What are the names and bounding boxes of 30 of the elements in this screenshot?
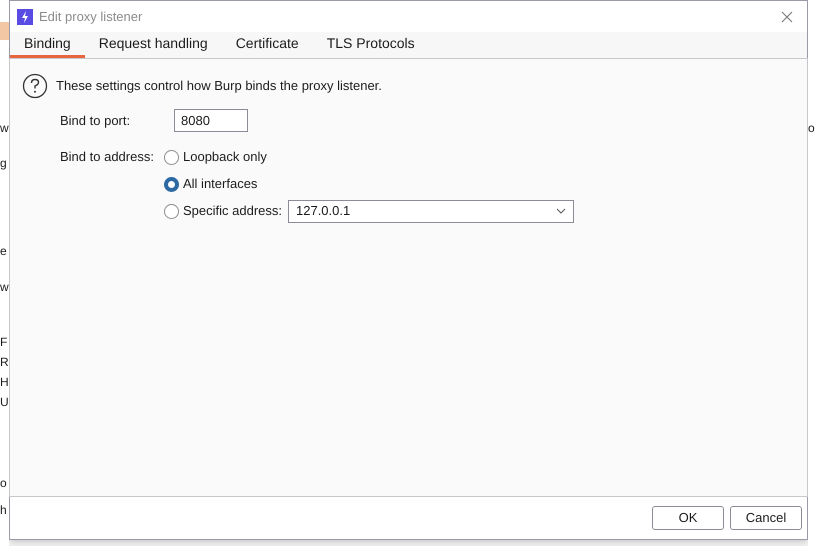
background-text: w [0, 121, 9, 135]
address-label: Bind to address: [60, 148, 155, 166]
port-label: Bind to port: [60, 112, 132, 130]
background-text: U [0, 395, 9, 409]
lightning-icon [17, 8, 33, 24]
port-field[interactable]: 8080 [174, 109, 248, 132]
close-icon[interactable] [780, 10, 794, 24]
background-text: H [0, 375, 9, 389]
radio-option[interactable]: All interfaces [164, 174, 258, 194]
intro-text: These settings control how Burp binds the proxy listener. [56, 77, 382, 96]
radio-option[interactable]: Specific address: [164, 201, 282, 221]
dialog-button[interactable]: Cancel [730, 506, 802, 530]
dialog-button[interactable]: OK [652, 506, 724, 530]
window-title: Edit proxy listener [39, 8, 142, 26]
background-text: R [0, 355, 9, 369]
background-text: h [0, 503, 7, 517]
chevron-down-icon [556, 208, 566, 214]
background-text: F [0, 335, 8, 349]
help-icon [22, 73, 48, 99]
background-text: e [0, 244, 7, 258]
radio-option[interactable]: Loopback only [164, 147, 267, 167]
tab[interactable]: Certificate [222, 32, 313, 58]
background-text: w [0, 280, 9, 294]
tab[interactable]: Request handling [84, 32, 222, 58]
background-text: o [808, 121, 815, 135]
tab[interactable]: TLS Protocols [312, 32, 429, 58]
tab-highlight [0, 22, 9, 40]
background-text: o [0, 476, 7, 490]
background-text: g [0, 156, 7, 170]
address-dropdown[interactable]: 127.0.0.1 [288, 200, 574, 222]
